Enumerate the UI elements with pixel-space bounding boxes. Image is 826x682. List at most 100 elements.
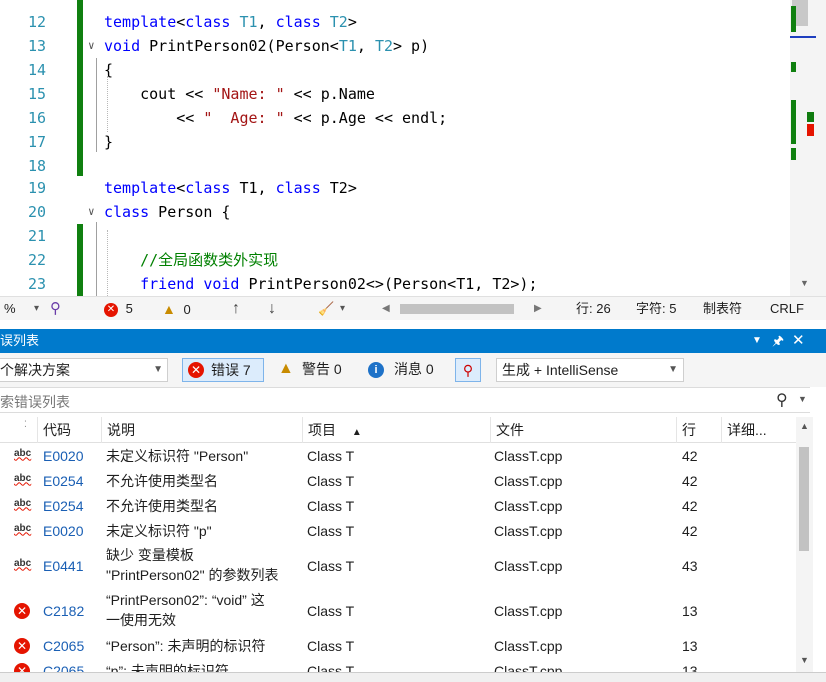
code-line[interactable]: 22 //全局函数类外实现 xyxy=(0,248,790,272)
error-line: 42 xyxy=(682,472,698,489)
line-number: 23 xyxy=(27,275,46,293)
code-line[interactable]: 13 ∨ void PrintPerson02(Person<T1, T2> p) xyxy=(0,34,790,58)
fold-toggle-icon[interactable]: ∨ xyxy=(88,34,102,58)
code-token: template xyxy=(104,13,177,31)
table-row[interactable]: abc E0254 不允许使用类型名 Class T ClassT.cpp 42 xyxy=(0,468,796,493)
errors-filter-button[interactable]: ✕ 错误 7 xyxy=(182,358,264,382)
line-number: 15 xyxy=(27,85,46,103)
error-grid-scrollbar[interactable]: ▲ ▼ xyxy=(796,417,813,672)
scope-select[interactable]: 个解决方案 ▼ xyxy=(0,358,168,382)
column-line[interactable]: 行 xyxy=(676,417,721,443)
search-icon[interactable]: ⚲ xyxy=(776,390,788,410)
column-chooser-icon[interactable]: ⁚ xyxy=(24,419,27,430)
scroll-down-icon[interactable]: ▼ xyxy=(800,278,809,288)
code-line[interactable]: 23 friend void PrintPerson02<>(Person<T1… xyxy=(0,272,790,296)
table-row[interactable]: abc E0254 不允许使用类型名 Class T ClassT.cpp 42 xyxy=(0,493,796,518)
column-detail[interactable]: 详细... xyxy=(721,417,796,443)
error-code-link[interactable]: C2065 xyxy=(43,661,84,673)
column-project[interactable]: 项目 ▲ xyxy=(302,417,490,443)
scroll-right-icon[interactable]: ▶ xyxy=(534,297,542,321)
zoom-level[interactable]: % xyxy=(4,297,16,321)
previous-issue-icon[interactable]: ↑ xyxy=(232,297,240,321)
line-ending[interactable]: CRLF xyxy=(770,297,804,321)
editor-scrollbar[interactable]: ▼ xyxy=(790,0,826,296)
window-menu-icon[interactable]: ▼ xyxy=(752,329,762,353)
error-file: ClassT.cpp xyxy=(494,557,563,574)
error-project: Class T xyxy=(307,557,355,574)
code-line[interactable]: 16 << " Age: " << p.Age << endl; xyxy=(0,106,790,130)
scroll-down-icon[interactable]: ▼ xyxy=(800,655,809,665)
error-grid: abc E0020 未定义标识符 "Person" Class T ClassT.cpp… xyxy=(0,443,796,672)
code-line[interactable]: 14 { xyxy=(0,58,790,82)
code-token: << p.Age << endl; xyxy=(284,109,448,127)
horizontal-scroll-thumb[interactable] xyxy=(400,304,514,314)
error-code-link[interactable]: E0254 xyxy=(43,471,83,491)
search-options-icon[interactable]: ▼ xyxy=(798,394,807,404)
table-row[interactable]: abc E0441 缺少 变量模板 "PrintPerson02" 的参数列表 Clas… xyxy=(0,543,796,588)
error-code-link[interactable]: E0020 xyxy=(43,446,83,466)
warning-count[interactable]: ▲ 0 xyxy=(162,297,191,321)
next-issue-icon[interactable]: ↓ xyxy=(268,297,276,321)
error-description-line: 未定义标识符 "Person" xyxy=(106,447,249,464)
scroll-up-icon[interactable]: ▲ xyxy=(800,421,809,431)
code-token: T1 xyxy=(338,37,357,55)
code-cleanup-icon[interactable]: 🧹 xyxy=(318,297,334,321)
error-file: ClassT.cpp xyxy=(494,472,563,489)
error-line: 13 xyxy=(682,662,698,673)
error-description-line: 一使用无效 xyxy=(106,612,176,628)
line-number: 22 xyxy=(27,251,46,269)
column-code[interactable]: 代码 xyxy=(37,417,101,443)
search-input[interactable]: 索错误列表 xyxy=(0,392,70,412)
fold-toggle-icon[interactable]: ∨ xyxy=(88,200,102,224)
column-file[interactable]: 文件 xyxy=(490,417,676,443)
table-row[interactable]: abc E0020 未定义标识符 "Person" Class T ClassT.cpp… xyxy=(0,443,796,468)
scroll-thumb[interactable] xyxy=(799,447,809,551)
error-description-line: "PrintPerson02" 的参数列表 xyxy=(106,567,279,583)
intellisense-error-icon: abc xyxy=(14,557,32,569)
code-line[interactable]: 17} xyxy=(0,130,790,154)
bottom-status-strip xyxy=(0,672,826,682)
change-marker xyxy=(791,100,796,144)
cursor-char[interactable]: 字符: 5 xyxy=(636,297,676,321)
table-row[interactable]: ✕ C2065 “p”: 未声明的标识符 Class T ClassT.cpp 13 xyxy=(0,658,796,672)
code-line[interactable]: 20 ∨ class Person { xyxy=(0,200,790,224)
column-description[interactable]: 说明 xyxy=(101,417,302,443)
table-row[interactable]: ✕ C2065 “Person”: 未声明的标识符 Class T ClassT.cpp… xyxy=(0,633,796,658)
filter-icon[interactable]: ⚲ xyxy=(455,358,481,382)
zoom-dropdown-icon[interactable]: ▾ xyxy=(34,297,39,321)
messages-filter-button[interactable]: i 消息 0 xyxy=(362,358,444,382)
error-code-link[interactable]: C2182 xyxy=(43,601,84,621)
error-code-link[interactable]: C2065 xyxy=(43,636,84,656)
code-line[interactable]: 19 template<class T1, class T2> xyxy=(0,176,790,200)
cleanup-dropdown-icon[interactable]: ▾ xyxy=(340,297,345,321)
code-line[interactable]: 15 cout << "Name: " << p.Name xyxy=(0,82,790,106)
code-token: template xyxy=(104,179,177,197)
copilot-icon[interactable]: ⚲ xyxy=(50,297,61,321)
code-line[interactable]: 21 xyxy=(0,224,790,248)
error-code-link[interactable]: E0020 xyxy=(43,521,83,541)
scroll-left-icon[interactable]: ◀ xyxy=(382,297,390,321)
code-token: T2> xyxy=(320,179,357,197)
cursor-line[interactable]: 行: 26 xyxy=(576,297,611,321)
editor-status-bar: % ▾ ⚲ ✕ 5 ▲ 0 ↑ ↓ 🧹 ▾ ◀ ▶ 行: 26 字符: 5 制表… xyxy=(0,296,826,320)
error-list-search[interactable]: 索错误列表 ⚲ ▼ xyxy=(0,387,810,413)
warnings-filter-button[interactable]: ▲ 警告 0 xyxy=(272,358,354,382)
chevron-down-icon: ▼ xyxy=(153,364,163,375)
table-row[interactable]: abc E0020 未定义标识符 "p" Class T ClassT.cpp 42 xyxy=(0,518,796,543)
code-line[interactable]: 18 xyxy=(0,154,790,178)
code-text: void PrintPerson02(Person<T1, T2> p) xyxy=(104,34,429,58)
indent-mode[interactable]: 制表符 xyxy=(703,297,742,321)
table-row[interactable]: ✕ C2182 “PrintPerson02”: “void” 这一使用无效 Clas… xyxy=(0,588,796,633)
error-code-link[interactable]: E0254 xyxy=(43,496,83,516)
build-filter-select[interactable]: 生成 + IntelliSense ▼ xyxy=(496,358,684,382)
error-count[interactable]: ✕ 5 xyxy=(104,297,133,321)
close-icon[interactable]: ✕ xyxy=(792,329,805,353)
error-project: Class T xyxy=(307,602,355,619)
error-list-toolbar: 个解决方案 ▼ ✕ 错误 7 ▲ 警告 0 i 消息 0 ⚲ 生成 + Inte… xyxy=(0,353,826,387)
code-editor[interactable]: 12 template<class T1, class T2> 13 ∨ void Pr… xyxy=(0,0,826,296)
error-list-title-bar[interactable]: 误列表 ▼ 🖈 ✕ xyxy=(0,329,826,353)
error-code-link[interactable]: E0441 xyxy=(43,556,83,576)
pin-icon[interactable]: 🖈 xyxy=(772,329,784,353)
code-line[interactable]: 12 template<class T1, class T2> xyxy=(0,10,790,34)
